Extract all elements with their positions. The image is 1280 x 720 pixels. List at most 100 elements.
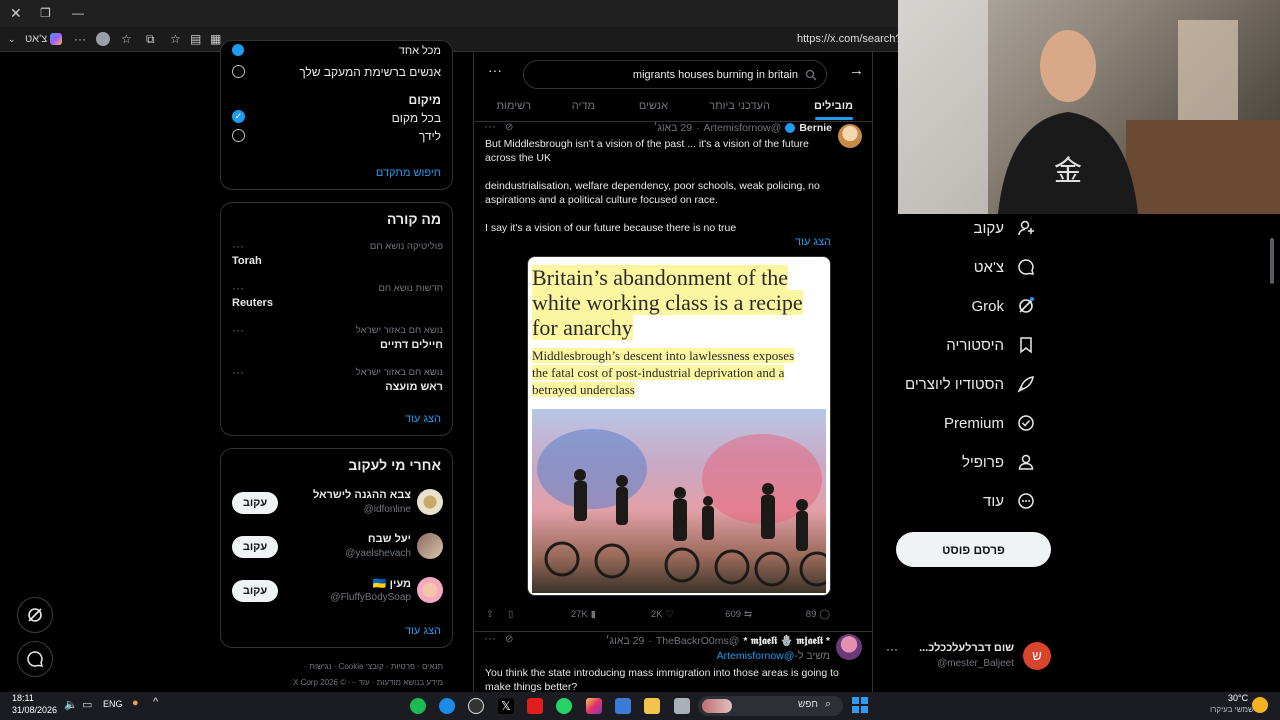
- chat-floating-button[interactable]: [17, 641, 53, 677]
- chevron-up-icon[interactable]: ^: [153, 696, 158, 708]
- tab-lists[interactable]: רשימות: [496, 100, 531, 112]
- account-switcher[interactable]: ··· שום דברלעלככלכ... @mester_Baljeet ש: [886, 640, 1051, 676]
- spotify-icon[interactable]: [410, 698, 426, 714]
- tweet-date[interactable]: 29 באוג׳: [653, 122, 692, 134]
- youtube-icon[interactable]: [527, 698, 543, 714]
- more-icon[interactable]: ···: [232, 239, 244, 253]
- search-box[interactable]: migrants houses burning in britain: [523, 60, 827, 89]
- tweet-handle[interactable]: @Artemisfornow: [704, 122, 782, 134]
- avatar[interactable]: [838, 124, 862, 148]
- whatsapp-icon[interactable]: [556, 698, 572, 714]
- repost-button[interactable]: 609 ⇆: [725, 609, 752, 620]
- article-image[interactable]: Britain’s abandonment of the white worki…: [527, 256, 831, 596]
- tweet-date[interactable]: 29 באוג׳: [606, 635, 645, 647]
- footer-links[interactable]: מידע בנושא מודעות · עוד ··· © X Corp 202…: [293, 678, 443, 687]
- trend-item[interactable]: נושא חם באזור ישראל ראש מועצה ···: [221, 365, 454, 405]
- nav-creator-studio[interactable]: הסטודיו ליוצרים: [905, 370, 1036, 398]
- clock-date[interactable]: 31/08/2026: [12, 705, 57, 715]
- grok-icon[interactable]: ⊘: [505, 122, 513, 133]
- url-field[interactable]: https://x.com/search?q=: [797, 27, 914, 52]
- network-icon[interactable]: ▭: [82, 698, 92, 711]
- more-icon[interactable]: ···: [484, 119, 496, 133]
- chevron-down-icon[interactable]: ⌄: [8, 27, 16, 52]
- microphone-icon[interactable]: ●: [132, 697, 139, 709]
- trend-item[interactable]: פוליטיקה נושא חם Torah ···: [221, 239, 454, 279]
- grok-icon[interactable]: ⊘: [505, 634, 513, 645]
- edge-icon[interactable]: [439, 698, 455, 714]
- copilot-icon[interactable]: [50, 33, 62, 45]
- restore-window-icon[interactable]: ❐: [40, 1, 51, 26]
- folder-icon[interactable]: [644, 698, 660, 714]
- filter-anywhere[interactable]: בכל מקום: [392, 111, 441, 125]
- profile-avatar-icon[interactable]: [96, 32, 110, 46]
- tab-top[interactable]: מובילים: [814, 100, 853, 112]
- more-icon[interactable]: ···: [232, 323, 244, 337]
- tab-people[interactable]: אנשים: [639, 100, 668, 112]
- show-more-link[interactable]: הצג עוד: [405, 413, 441, 425]
- nav-more[interactable]: עוד: [983, 487, 1036, 515]
- tweet-handle[interactable]: @TheBackrO0ms: [656, 635, 740, 647]
- follow-suggestion[interactable]: צבא ההגנה לישראל @idfonline עקוב: [221, 487, 454, 523]
- like-button[interactable]: 2K ♡: [651, 609, 674, 620]
- advanced-search-link[interactable]: חיפוש מתקדם: [376, 167, 441, 179]
- language-indicator[interactable]: ENG: [103, 699, 123, 709]
- bookmark-icon[interactable]: ▯: [508, 609, 513, 620]
- weather-icon[interactable]: [1252, 697, 1268, 713]
- follow-suggestion[interactable]: יעל שבח @yaelshevach עקוב: [221, 531, 454, 567]
- footer-links[interactable]: תנאים · פרטיות · קובצי Cookie · נגישות ·: [305, 662, 443, 671]
- views-button[interactable]: 27K ▮: [571, 609, 596, 620]
- tweet-author[interactable]: Bernie: [799, 122, 832, 134]
- volume-icon[interactable]: 🔈: [64, 698, 78, 711]
- tab-media[interactable]: מדיה: [572, 100, 595, 112]
- reply-button[interactable]: 89 ◯: [806, 609, 830, 620]
- tab-latest[interactable]: העדכני ביותר: [709, 100, 770, 112]
- more-icon[interactable]: ···: [484, 631, 496, 645]
- post-button[interactable]: פרסם פוסט: [896, 532, 1051, 567]
- grok-floating-button[interactable]: [17, 597, 53, 633]
- weather-desc[interactable]: שמשי בעיקרו: [1210, 705, 1254, 714]
- nav-profile[interactable]: פרופיל: [962, 448, 1036, 476]
- avatar[interactable]: [836, 634, 862, 660]
- radio-checked-icon[interactable]: ✓: [232, 110, 245, 123]
- nav-follow[interactable]: עקוב: [974, 214, 1036, 242]
- tweet-author[interactable]: * 𝖒𝖏𝖆𝖊𝖑𝖎 🪬 𝖒𝖏𝖆𝖊𝖑𝖎 *: [743, 634, 830, 648]
- radio-checked-icon[interactable]: [232, 44, 244, 56]
- x-app-icon[interactable]: 𝕏: [498, 698, 514, 714]
- follow-suggestion[interactable]: מעין 🇺🇦 @FluffyBodySoap עקוב: [221, 575, 454, 611]
- favorites-icon[interactable]: ☆: [121, 27, 132, 52]
- extensions-icon[interactable]: ⧉: [146, 27, 155, 52]
- search-options-more[interactable]: ···: [488, 62, 502, 78]
- instagram-icon[interactable]: [586, 698, 602, 714]
- filter-people-you-follow[interactable]: אנשים ברשימת המעקב שלך: [299, 65, 441, 79]
- github-icon[interactable]: [468, 698, 484, 714]
- add-favorite-icon[interactable]: ☆: [170, 27, 181, 52]
- windows-start-icon[interactable]: [852, 697, 868, 713]
- show-more-link[interactable]: הצג עוד: [795, 236, 831, 248]
- scrollbar-thumb[interactable]: [1270, 238, 1274, 284]
- nav-bookmarks[interactable]: היסטוריה: [946, 331, 1036, 359]
- more-icon[interactable]: ···: [886, 642, 898, 656]
- nav-chat[interactable]: צ'אט: [974, 253, 1036, 281]
- reply-to-handle[interactable]: @Artemisfornow: [717, 650, 795, 662]
- trend-item[interactable]: נושא חם באזור ישראל חיילים דתיים ···: [221, 323, 454, 363]
- clock-time[interactable]: 18:11: [12, 693, 34, 703]
- store-icon[interactable]: [615, 698, 631, 714]
- more-icon[interactable]: ···: [74, 27, 86, 52]
- filter-near-you[interactable]: לידך: [419, 129, 441, 143]
- back-arrow-icon[interactable]: →: [849, 62, 864, 79]
- follow-button[interactable]: עקוב: [232, 492, 278, 514]
- minimize-window-icon[interactable]: —: [72, 1, 84, 26]
- tweet[interactable]: * 𝖒𝖏𝖆𝖊𝖑𝖎 🪬 𝖒𝖏𝖆𝖊𝖑𝖎 * @TheBackrO0ms · 29 ב…: [474, 631, 872, 692]
- follow-button[interactable]: עקוב: [232, 536, 278, 558]
- close-window-icon[interactable]: ✕: [10, 1, 22, 26]
- taskbar-search[interactable]: חפש ⌕: [698, 696, 843, 716]
- more-icon[interactable]: ···: [232, 365, 244, 379]
- weather-temp[interactable]: 30°C: [1228, 693, 1248, 703]
- trend-item[interactable]: חדשות נושא חם Reuters ···: [221, 281, 454, 321]
- follow-button[interactable]: עקוב: [232, 580, 278, 602]
- search-input[interactable]: migrants houses burning in britain: [633, 69, 798, 81]
- reading-view-icon[interactable]: ▤: [190, 27, 201, 52]
- nav-premium[interactable]: Premium: [944, 409, 1036, 437]
- nav-grok[interactable]: Grok: [971, 292, 1036, 320]
- tweet[interactable]: Bernie @Artemisfornow · 29 באוג׳ ⊘ ··· B…: [474, 119, 872, 632]
